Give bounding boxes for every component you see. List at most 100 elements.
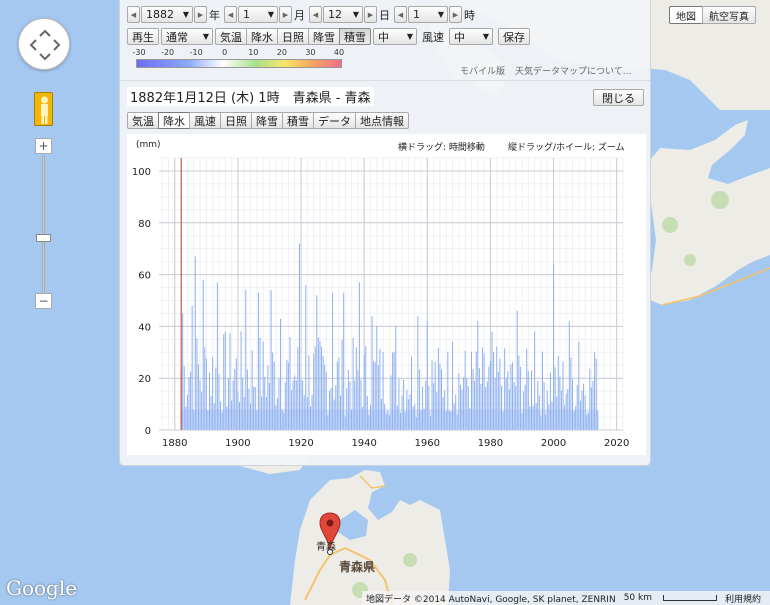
size-select[interactable]: 中 ▼ — [373, 28, 417, 45]
year-prev-button[interactable]: ◀ — [127, 6, 140, 23]
day-select[interactable]: 12 ▼ — [323, 6, 363, 23]
google-logo: Google — [6, 576, 78, 600]
month-unit: 月 — [294, 8, 305, 22]
chevron-down-icon: ▼ — [352, 10, 359, 19]
pegman-icon[interactable] — [34, 92, 53, 126]
scale-bar — [663, 595, 717, 601]
datetime-controls: ◀ 1882 ▼ ▶ 年 ◀ 1 ▼ ▶ 月 ◀ 12 ▼ ▶ 日 ◀ 1 ▼ ▶ 時 — [127, 6, 478, 23]
chevron-down-icon: ▼ — [437, 10, 444, 19]
chart-tab[interactable]: 風速 — [189, 112, 221, 129]
day-unit: 日 — [379, 8, 390, 22]
drag-hint-horizontal: 横ドラッグ: 時間移動 — [398, 143, 485, 153]
zoom-track[interactable] — [42, 156, 45, 298]
map-button[interactable]: 地図 — [669, 6, 703, 24]
zoom-slider-thumb[interactable] — [36, 234, 51, 242]
city-label: 青森 — [316, 542, 336, 553]
map-type-control: 地図 航空写真 — [669, 6, 756, 24]
year-select[interactable]: 1882 ▼ — [141, 6, 193, 23]
chart-tab[interactable]: 地点情報 — [355, 112, 409, 129]
close-button[interactable]: 閉じる — [593, 89, 644, 106]
chevron-down-icon: ▼ — [202, 32, 209, 41]
zoom-out-button[interactable]: − — [35, 293, 52, 309]
legend-tick-label: 10 — [248, 48, 259, 57]
x-tick-label: 1980 — [478, 438, 503, 449]
x-tick-label: 2020 — [604, 438, 629, 449]
layer-button[interactable]: 積雪 — [339, 28, 371, 45]
panel-divider — [120, 80, 650, 81]
speed-select[interactable]: 通常 ▼ — [161, 28, 213, 45]
legend-color-bar — [136, 59, 342, 68]
y-tick-label: 60 — [138, 271, 151, 282]
layer-buttons: 気温 降水 日照 降雪 積雪 — [215, 28, 371, 45]
legend-tick-label: 0 — [222, 48, 228, 57]
chart-tab[interactable]: 気温 — [127, 112, 159, 129]
layer-button[interactable]: 日照 — [277, 28, 309, 45]
month-prev-button[interactable]: ◀ — [224, 6, 237, 23]
legend-tick-label: -20 — [161, 48, 175, 57]
chart-svg[interactable]: 1880 1900 1920 1940 1960 1980 2000 2020 0 20 40 60 8… — [127, 134, 646, 455]
pan-control[interactable] — [18, 18, 70, 70]
chart-tab[interactable]: 積雪 — [282, 112, 314, 129]
wind-label: 風速 — [422, 30, 444, 44]
y-tick-label: 80 — [138, 219, 151, 230]
x-tick-label: 1940 — [351, 438, 376, 449]
mobile-link[interactable]: モバイル版 — [460, 64, 505, 77]
zoom-control[interactable]: + − — [35, 138, 52, 310]
day-prev-button[interactable]: ◀ — [309, 6, 322, 23]
legend-tick-label: 30 — [305, 48, 316, 57]
temperature-legend: -30 -20 -10 0 10 20 30 40 — [132, 48, 345, 68]
x-tick-label: 2000 — [541, 438, 566, 449]
map-footer: 地図データ ©2014 AutoNavi, Google, SK planet,… — [362, 591, 770, 605]
precipitation-chart[interactable]: 1880 1900 1920 1940 1960 1980 2000 2020 0 20 40 60 8… — [127, 134, 646, 455]
hour-next-button[interactable]: ▶ — [449, 6, 462, 23]
x-tick-label: 1880 — [162, 438, 187, 449]
play-button[interactable]: 再生 — [127, 28, 159, 45]
y-tick-label: 40 — [138, 322, 151, 333]
chart-tab[interactable]: データ — [313, 112, 356, 129]
year-next-button[interactable]: ▶ — [194, 6, 207, 23]
x-tick-label: 1900 — [225, 438, 250, 449]
save-button[interactable]: 保存 — [498, 28, 530, 45]
zoom-in-button[interactable]: + — [35, 138, 52, 154]
legend-tick-label: 40 — [333, 48, 345, 57]
y-tick-label: 100 — [132, 167, 151, 178]
hour-prev-button[interactable]: ◀ — [394, 6, 407, 23]
weather-panel: ◀ 1882 ▼ ▶ 年 ◀ 1 ▼ ▶ 月 ◀ 12 ▼ ▶ 日 ◀ 1 ▼ ▶ 時 … — [119, 0, 651, 466]
chevron-down-icon: ▼ — [406, 32, 413, 41]
pan-right-icon — [53, 39, 61, 51]
month-select[interactable]: 1 ▼ — [238, 6, 278, 23]
chevron-down-icon: ▼ — [482, 32, 489, 41]
x-tick-label: 1920 — [288, 438, 313, 449]
chart-tab[interactable]: 降雪 — [251, 112, 283, 129]
month-next-button[interactable]: ▶ — [279, 6, 292, 23]
pan-up-icon — [39, 29, 51, 37]
hour-unit: 時 — [464, 8, 475, 22]
chart-tab[interactable]: 降水 — [158, 112, 190, 129]
drag-hint-vertical: 縦ドラッグ/ホイール: ズーム — [508, 143, 625, 153]
layer-button[interactable]: 降水 — [246, 28, 278, 45]
y-tick-label: 20 — [138, 374, 151, 385]
copyright-text: 地図データ ©2014 AutoNavi, Google, SK planet,… — [366, 594, 616, 605]
playback-controls: 再生 通常 ▼ 気温 降水 日照 降雪 積雪 中 ▼ 風速 中 ▼ 保存 — [127, 28, 530, 45]
chart-tab[interactable]: 日照 — [220, 112, 252, 129]
wind-select[interactable]: 中 ▼ — [449, 28, 493, 45]
satellite-button[interactable]: 航空写真 — [702, 6, 756, 24]
year-unit: 年 — [209, 8, 220, 22]
x-tick-label: 1960 — [415, 438, 440, 449]
prefecture-label: 青森県 — [339, 560, 376, 574]
terms-link[interactable]: 利用規約 — [725, 592, 761, 605]
layer-button[interactable]: 気温 — [215, 28, 247, 45]
legend-ticks: -30 -20 -10 0 10 20 30 40 — [132, 48, 345, 59]
scale-label: 50 km — [623, 593, 652, 603]
pan-left-icon — [29, 39, 37, 51]
legend-tick-label: -30 — [132, 48, 146, 57]
hour-select[interactable]: 1 ▼ — [408, 6, 448, 23]
about-link[interactable]: 天気データマップについて... — [515, 64, 631, 77]
chart-tabs: 気温 降水 風速 日照 降雪 積雪 データ 地点情報 — [127, 112, 409, 129]
day-next-button[interactable]: ▶ — [364, 6, 377, 23]
y-unit-label: (mm) — [136, 140, 161, 150]
station-title: 1882年1月12日 (木) 1時 青森県 - 青森 — [127, 87, 374, 106]
legend-tick-label: -10 — [189, 48, 203, 57]
layer-button[interactable]: 降雪 — [308, 28, 340, 45]
chevron-down-icon: ▼ — [267, 10, 274, 19]
